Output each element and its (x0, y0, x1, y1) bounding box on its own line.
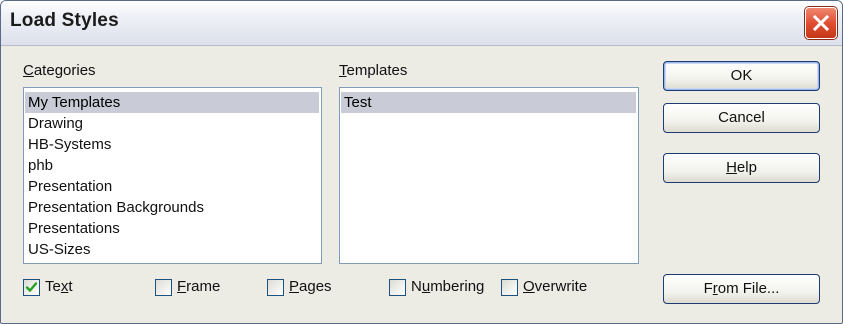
numbering-checkbox[interactable]: Numbering (389, 278, 494, 298)
frame-checkbox-label: Frame (177, 278, 221, 295)
category-item-hb-systems[interactable]: HB-Systems (25, 134, 111, 155)
template-item-test[interactable]: Test (341, 92, 636, 113)
cancel-button[interactable]: Cancel (663, 103, 820, 133)
overwrite-checkbox-label: Overwrite (523, 278, 588, 295)
close-button[interactable] (805, 7, 837, 39)
category-item-us-sizes[interactable]: US-Sizes (25, 239, 91, 260)
categories-listbox[interactable]: My Templates Drawing HB-Systems phb Pres… (23, 87, 322, 264)
title-bar[interactable]: Load Styles (1, 1, 842, 46)
category-item-drawing[interactable]: Drawing (25, 113, 83, 134)
checkmark-icon (25, 282, 38, 292)
category-item-my-templates[interactable]: My Templates (25, 92, 319, 113)
pages-checkbox[interactable]: Pages (267, 278, 347, 298)
category-item-presentations[interactable]: Presentations (25, 218, 120, 239)
checkbox-box (155, 279, 172, 296)
templates-label: Templates (339, 62, 408, 79)
text-checkbox-label: Text (45, 278, 73, 295)
overwrite-checkbox[interactable]: Overwrite (501, 278, 601, 298)
checkbox-box (23, 279, 40, 296)
checkbox-box (501, 279, 518, 296)
help-button[interactable]: Help (663, 153, 820, 183)
frame-checkbox[interactable]: Frame (155, 278, 235, 298)
dialog-title: Load Styles (10, 10, 119, 31)
category-item-phb[interactable]: phb (25, 155, 53, 176)
close-icon (812, 14, 830, 32)
checkbox-box (389, 279, 406, 296)
ok-button[interactable]: OK (663, 61, 820, 91)
numbering-checkbox-label: Numbering (411, 278, 485, 295)
load-styles-dialog: Load Styles Categories My Templates Draw… (0, 0, 843, 324)
category-item-presentation-backgrounds[interactable]: Presentation Backgrounds (25, 197, 204, 218)
checkbox-box (267, 279, 284, 296)
text-checkbox[interactable]: Text (23, 278, 93, 298)
pages-checkbox-label: Pages (289, 278, 332, 295)
categories-label: Categories (23, 62, 96, 79)
templates-listbox[interactable]: Test (339, 87, 639, 264)
category-item-presentation[interactable]: Presentation (25, 176, 112, 197)
from-file-button[interactable]: From File... (663, 274, 820, 304)
